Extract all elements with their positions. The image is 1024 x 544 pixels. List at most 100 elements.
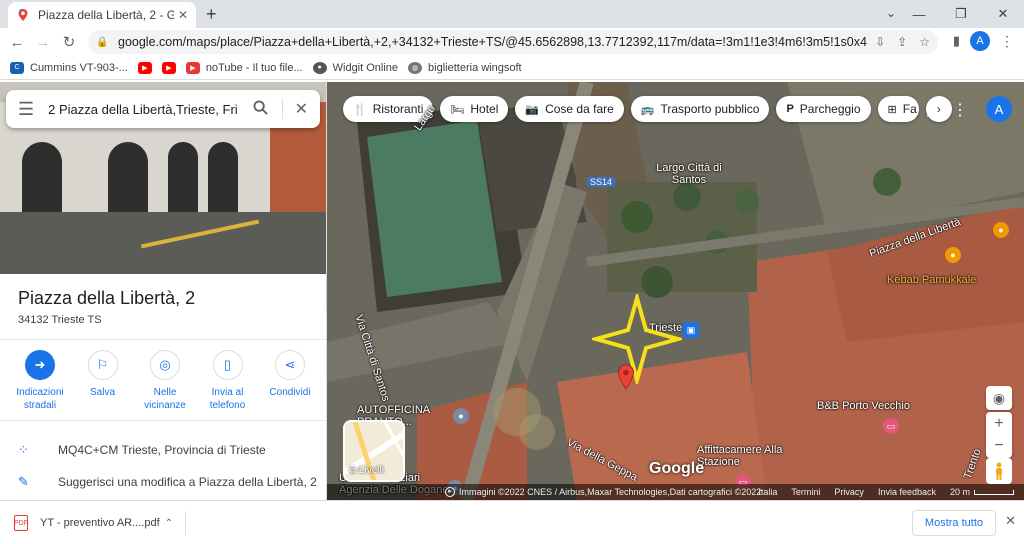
bookmark-star-icon[interactable]: ☆ (919, 35, 930, 49)
bookmark-biglietteria[interactable]: ◍ biglietteria wingsoft (408, 61, 522, 74)
send-to-phone-icon: ▯ (212, 350, 243, 380)
layers-button[interactable]: ⧉ Livelli (343, 420, 405, 482)
tab-title: Piazza della Libertà, 2 - Google M (38, 8, 174, 22)
hotel-pin-icon[interactable]: ▭ (883, 418, 899, 434)
send-to-phone-button[interactable]: ▯ Invia al telefono (198, 350, 258, 412)
bookmarks-bar: C Cummins VT-903-... ▶ ▶ ▶ noTube - Il t… (0, 56, 1024, 80)
action-label: Salva (89, 387, 115, 398)
forward-arrow-icon[interactable]: → (30, 34, 56, 51)
pharmacy-icon: ⊞ (887, 103, 897, 116)
tab-close-icon[interactable]: ✕ (178, 8, 188, 22)
minimize-button[interactable]: — (898, 0, 940, 28)
save-button[interactable]: ⚐ Salva (73, 350, 133, 412)
directions-button[interactable]: ➜ Indicazioni stradali (10, 350, 70, 412)
action-label: Invia al telefono (209, 387, 246, 411)
back-arrow-icon[interactable]: ← (4, 34, 30, 51)
footer-link-privacy[interactable]: Privacy (834, 487, 864, 497)
browser-toolbar: ← → ↻ 🔒 google.com/maps/place/Piazza+del… (0, 28, 1024, 56)
browser-menu-icon[interactable]: ⋮ (1000, 33, 1014, 50)
attribution-toggle-icon[interactable]: ▸ (445, 487, 455, 497)
zoom-in-icon[interactable]: + (994, 413, 1003, 435)
plus-code-row[interactable]: ⁘ MQ4C+CM Trieste, Provincia di Trieste (18, 442, 266, 458)
footer-link-terms[interactable]: Termini (791, 487, 820, 497)
search-icon[interactable] (253, 99, 268, 119)
doorway (108, 142, 148, 222)
show-all-button[interactable]: Mostra tutto (911, 510, 996, 536)
place-photo[interactable]: ☰ ✕ (0, 82, 326, 274)
my-location-icon: ◉ (992, 389, 1006, 406)
footer-link-feedback[interactable]: Invia feedback (878, 487, 936, 497)
reload-icon[interactable]: ↻ (56, 33, 82, 51)
browser-tab[interactable]: Piazza della Libertà, 2 - Google M ✕ (8, 2, 196, 28)
bookmark-youtube-1[interactable]: ▶ (137, 61, 152, 74)
divider (0, 339, 326, 340)
restaurant-pin-icon[interactable]: ● (945, 247, 961, 263)
place-panel: ☰ ✕ Piazza della Libertà, 2 34132 Triest… (0, 82, 327, 500)
google-watermark: Google (649, 460, 705, 477)
map-label-kebab[interactable]: Kebab Pamukkale (887, 274, 976, 286)
close-icon[interactable]: ✕ (281, 99, 308, 119)
menu-hamburger-icon[interactable]: ☰ (18, 99, 34, 120)
bookmark-label: noTube - Il tuo file... (205, 61, 303, 74)
tab-search-icon[interactable]: ⌄ (886, 6, 896, 20)
map-scale[interactable]: 20 m (950, 487, 1014, 497)
restaurant-pin-icon[interactable]: ● (993, 222, 1009, 238)
restaurant-icon: 🍴 (353, 103, 367, 116)
shop-pin-icon[interactable]: ● (453, 408, 469, 424)
nearby-icon: ◎ (150, 350, 180, 380)
layers-label: ⧉ Livelli (349, 465, 384, 476)
install-app-icon[interactable]: ⇩ (875, 35, 885, 49)
satellite-map[interactable]: 🍴 Ristoranti 🛏 Hotel 📷 Cose da fare 🚌 Traspo… (327, 82, 1024, 500)
bookmark-youtube-2[interactable]: ▶ (161, 61, 176, 74)
close-window-button[interactable]: ✕ (982, 0, 1024, 28)
google-apps-icon[interactable]: ⋮⋮⋮ (920, 100, 968, 120)
bookmark-label: Widgit Online (332, 61, 399, 74)
address-bar[interactable]: 🔒 google.com/maps/place/Piazza+della+Lib… (88, 30, 938, 54)
new-tab-button[interactable]: + (206, 4, 217, 25)
action-label: Condividi (269, 387, 311, 398)
downloads-bar: PDF YT - preventivo AR....pdf ⌃ Mostra t… (0, 500, 1024, 544)
chip-label: Hotel (470, 102, 499, 116)
cummins-favicon-icon: C (10, 61, 24, 74)
train-station-icon[interactable]: ▣ (683, 322, 699, 338)
download-item[interactable]: PDF YT - preventivo AR....pdf ⌃ (14, 511, 186, 535)
zoom-out-icon[interactable]: − (994, 435, 1003, 457)
chip-pharmacy[interactable]: ⊞ Fa (877, 96, 919, 122)
chip-things-to-do[interactable]: 📷 Cose da fare (515, 96, 624, 122)
chevron-up-icon[interactable]: ⌃ (165, 518, 173, 529)
url-text[interactable]: google.com/maps/place/Piazza+della+Liber… (118, 35, 867, 49)
map-label-bb[interactable]: B&B Porto Vecchio (817, 400, 910, 412)
search-input[interactable] (48, 101, 239, 117)
search-box[interactable]: ☰ ✕ (6, 90, 320, 128)
restore-button[interactable]: ❐ (940, 0, 982, 28)
street-view-pegman[interactable] (986, 458, 1012, 484)
bookmark-cummins[interactable]: C Cummins VT-903-... (10, 61, 128, 74)
chip-parking[interactable]: P Parcheggio (776, 96, 871, 122)
profile-avatar[interactable]: A (970, 31, 990, 51)
download-filename: YT - preventivo AR....pdf (40, 517, 160, 529)
yellow-star-annotation (592, 294, 682, 384)
chip-label: Trasporto pubblico (660, 102, 760, 116)
close-downloads-icon[interactable]: ✕ (1005, 513, 1016, 529)
youtube-icon: ▶ (137, 61, 152, 74)
google-maps-favicon-icon (18, 9, 28, 21)
map-attribution-bar: ▸ Immagini ©2022 CNES / Airbus,Maxar Tec… (327, 484, 1024, 500)
map-label-largo-citta[interactable]: Largo Città di Santos (649, 162, 729, 186)
my-location-button[interactable]: ◉ (986, 386, 1012, 410)
side-panel-icon[interactable]: ▮ (953, 33, 960, 49)
bookmark-notube[interactable]: ▶ noTube - Il tuo file... (185, 61, 303, 74)
suggest-edit-row[interactable]: ✎ Suggerisci una modifica a Piazza della… (18, 474, 317, 490)
doorway (208, 142, 238, 222)
bookmark-widgit[interactable]: ● Widgit Online (312, 61, 399, 74)
map-imagery (327, 82, 1024, 500)
map-profile-avatar[interactable]: A (986, 96, 1012, 122)
lock-icon[interactable]: 🔒 (96, 37, 110, 48)
map-label-affittacamere[interactable]: Affittacamere Alla Stazione (697, 444, 807, 468)
location-pin-icon[interactable] (617, 364, 635, 390)
share-page-icon[interactable]: ⇪ (897, 35, 907, 49)
chip-hotel[interactable]: 🛏 Hotel (440, 96, 509, 122)
chip-transit[interactable]: 🚌 Trasporto pubblico (630, 96, 770, 122)
bookmark-label: biglietteria wingsoft (428, 61, 522, 74)
share-button[interactable]: ⋖ Condividi (260, 350, 320, 412)
nearby-button[interactable]: ◎ Nelle vicinanze (135, 350, 195, 412)
